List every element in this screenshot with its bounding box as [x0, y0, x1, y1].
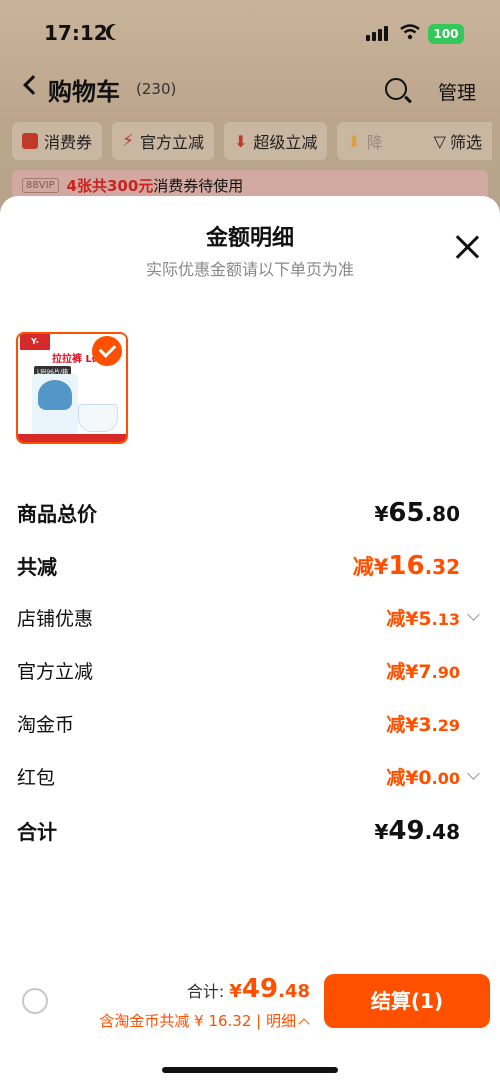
- row-value: 减¥5.13: [386, 604, 460, 631]
- filter-chip-label: 超级立减: [253, 133, 318, 152]
- product-diaper-image: [78, 404, 118, 432]
- row-label: 店铺优惠: [17, 608, 94, 630]
- currency-symbol: ¥: [374, 502, 389, 526]
- sheet-subtitle: 实际优惠金额请以下单页为准: [145, 260, 354, 279]
- reduce-decimal: .90: [431, 663, 460, 682]
- price-decimal: .80: [424, 502, 460, 526]
- reduce-prefix: 减¥: [352, 555, 389, 579]
- sheet-title: 金额明细: [205, 226, 294, 251]
- search-icon[interactable]: [385, 78, 407, 100]
- check-icon[interactable]: [92, 336, 122, 366]
- coupon-text: 消费券待使用: [153, 176, 244, 195]
- price-integer: 49: [388, 816, 425, 846]
- back-icon[interactable]: [23, 75, 43, 95]
- reduce-integer: 16: [388, 551, 425, 581]
- row-sum: 合计 ¥49.48: [0, 816, 500, 856]
- status-time: 17:12: [44, 21, 108, 45]
- row-label: 红包: [17, 767, 56, 789]
- reduce-prefix: 减¥: [386, 714, 419, 736]
- product-package-image: [32, 374, 78, 434]
- row-coins: 淘金币 减¥3.29: [0, 710, 500, 750]
- row-value: 减¥7.90: [386, 657, 460, 684]
- reduce-integer: 3: [418, 714, 432, 736]
- close-icon[interactable]: [454, 234, 480, 260]
- reduce-prefix: 减¥: [386, 767, 419, 789]
- home-indicator: [162, 1067, 338, 1073]
- row-value: 减¥16.32: [353, 551, 460, 581]
- row-label: 淘金币: [17, 714, 75, 736]
- filter-chip-super[interactable]: ⬇ 超级立减: [223, 122, 328, 160]
- reduce-decimal: .13: [431, 610, 460, 629]
- brand-logo: Y-BEST: [20, 334, 50, 362]
- arrow-down-icon: ⬇: [347, 131, 361, 151]
- vip-badge: 88VIP: [22, 177, 59, 193]
- filter-chip-label: 消费券: [44, 133, 93, 152]
- filter-chip-official[interactable]: ⚡ 官方立减: [112, 122, 214, 160]
- reduce-decimal: .32: [424, 555, 460, 579]
- row-shop-discount[interactable]: 店铺优惠 减¥5.13: [0, 604, 500, 644]
- reduce-integer: 5: [418, 608, 432, 630]
- reduce-integer: 7: [418, 661, 432, 683]
- chevron-down-icon[interactable]: [467, 767, 480, 780]
- page-title: 购物车: [48, 78, 120, 106]
- filter-chip-coupon[interactable]: 消费券: [12, 122, 103, 160]
- cart-count: (230): [136, 80, 177, 98]
- bolt-icon: ⚡: [122, 131, 134, 151]
- row-total-reduce: 共减 减¥16.32: [0, 551, 500, 591]
- total-line: 合计: ¥49.48: [187, 974, 310, 1004]
- price-decimal: .48: [424, 820, 460, 844]
- detail-line[interactable]: 含淘金币共减 ¥ 16.32 | 明细: [99, 1010, 310, 1031]
- row-label: 商品总价: [17, 502, 97, 526]
- row-red-packet[interactable]: 红包 减¥0.00: [0, 763, 500, 803]
- separator: |: [251, 1012, 266, 1030]
- row-label: 共减: [17, 555, 57, 579]
- row-total-price: 商品总价 ¥65.80: [0, 498, 500, 538]
- row-label: 合计: [17, 820, 57, 844]
- coupon-amount: 4张共300元: [66, 176, 154, 195]
- chevron-down-icon[interactable]: [467, 608, 480, 621]
- reduce-integer: 0: [418, 767, 432, 789]
- price-integer: 65: [388, 498, 425, 528]
- row-value: ¥65.80: [374, 498, 460, 528]
- manage-button[interactable]: 管理: [438, 78, 476, 105]
- total-value: ¥49.48: [229, 974, 310, 1004]
- funnel-icon: ▽: [433, 131, 446, 151]
- row-value: ¥49.48: [374, 816, 460, 846]
- row-official-discount: 官方立减 减¥7.90: [0, 657, 500, 697]
- select-all-radio[interactable]: [22, 988, 48, 1014]
- moon-icon: [110, 24, 126, 40]
- signal-icon: [366, 26, 388, 41]
- total-label: 合计:: [186, 982, 230, 1001]
- reduce-decimal: .00: [431, 769, 460, 788]
- reduce-decimal: .29: [431, 716, 460, 735]
- row-value: 减¥3.29: [386, 710, 460, 737]
- reduce-prefix: 减¥: [386, 661, 419, 683]
- total-integer: 49: [241, 974, 279, 1004]
- row-value: 减¥0.00: [386, 763, 460, 790]
- battery-indicator: 100: [428, 24, 464, 44]
- status-bar: 17:12 100: [0, 18, 500, 50]
- row-label: 官方立减: [17, 661, 94, 683]
- thumb-band: [18, 434, 126, 442]
- chevron-up-icon: [298, 1018, 310, 1030]
- filter-button[interactable]: ▽ 筛选: [423, 122, 492, 160]
- amount-detail-sheet: 金额明细 实际优惠金额请以下单页为准 Y-BEST 拉拉裤 L码 L码96片/箱…: [0, 196, 500, 1082]
- nav-bar: 购物车 (230) 管理: [0, 70, 500, 110]
- currency-symbol: ¥: [374, 820, 389, 844]
- coin-reduce-text: 含淘金币共减 ¥ 16.32: [99, 1012, 252, 1030]
- filter-button-label: 筛选: [449, 133, 482, 152]
- wifi-icon: [400, 24, 420, 40]
- detail-toggle[interactable]: 明细: [266, 1012, 296, 1030]
- reduce-prefix: 减¥: [386, 608, 419, 630]
- coupon-icon: [22, 133, 38, 149]
- checkout-bar: 合计: ¥49.48 含淘金币共减 ¥ 16.32 | 明细 结算(1): [0, 962, 500, 1042]
- total-decimal: .48: [278, 981, 310, 1002]
- currency-symbol: ¥: [229, 981, 242, 1002]
- filter-chip-label: 官方立减: [139, 133, 204, 152]
- arrow-down-icon: ⬇: [233, 131, 248, 151]
- filter-chip-label: 降: [366, 133, 383, 152]
- filter-bar: 消费券 ⚡ 官方立减 ⬇ 超级立减 ⬇ 降 ▽ 筛选: [12, 122, 492, 162]
- checkout-button[interactable]: 结算(1): [324, 974, 490, 1028]
